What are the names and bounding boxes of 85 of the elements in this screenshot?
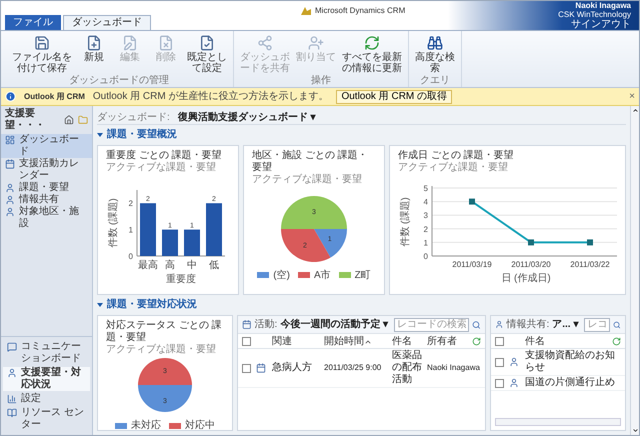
tick-label: 3 [424,211,428,220]
navigation-item[interactable]: 支援要望・対応状況 [3,367,90,391]
ribbon-button[interactable]: ファイル名を付けて保存 [9,35,75,74]
table-cell-text: 支援物資配給のお知らせ [525,350,616,374]
search-field[interactable]: レコードの検索 [394,318,470,332]
chart-title: 重要度 ごとの 課題・要望 [106,150,223,162]
notification-title: Outlook 用 CRM [24,90,85,102]
legend-label: (空) [273,268,290,282]
tick-label: 2011/03/22 [570,260,610,269]
category-label: 中 [187,260,197,271]
tick-label: 2011/03/20 [511,260,551,269]
table-cell-text: 国道の片側通行止め [525,377,616,389]
group-label: クエリ [419,75,451,87]
chart-title: 作成日 ごとの 課題・要望 [398,150,515,162]
ribbon-button[interactable]: 既定として設定 [185,35,229,74]
tick-label: 2 [128,199,133,208]
list-row[interactable]: 支援物資配給のお知らせ [491,349,625,376]
breadcrumb-label: ダッシュボード: [97,110,170,124]
tick-label: 4 [424,198,428,207]
view-selector[interactable]: ア... ▾ [552,317,578,332]
category-label: 低 [209,260,219,271]
tick-label: 0 [128,252,133,261]
column-header[interactable]: 開始時間 [324,334,388,349]
legend-label: Z町 [354,268,371,282]
navigation-item[interactable]: コミュニケーションボード [3,341,90,365]
list-label: 活動: [254,318,278,332]
table-cell-text: 急病人方 [272,362,313,374]
category-label: 高 [165,260,175,271]
axis-label: 件数 (課題) [400,197,411,247]
chart-title: 対応ステータス ごとの 課題・要望 [106,320,223,344]
dashboard-selector[interactable]: 復興活動支援ダッシュボード ▾ [178,110,316,124]
ribbon-tab[interactable]: ファイル [5,15,61,30]
table-cell-text: 2011/03/25 9:00 [324,362,382,374]
tick-label: 0 [424,252,428,261]
close-button[interactable]: × [629,89,635,104]
section-title: 課題・要望対応状況 [107,299,197,311]
list-label: 情報共有: [506,318,550,332]
table-cell: Naoki Inagawa [427,362,481,374]
column-header[interactable]: 件名 [392,334,423,349]
legend-label: 対応中 [185,418,215,433]
get-button[interactable]: Outlook 用 CRM の取得 [336,90,452,104]
ribbon-button[interactable]: 高度な検索 [413,35,457,74]
tick-label: 1 [128,226,133,235]
view-selector[interactable]: 今後一週間の活動予定 ▾ [280,317,388,332]
navigation-item[interactable]: リソース センター [3,407,90,431]
group-label: ダッシュボードの管理 [68,75,170,87]
window-title: Microsoft Dynamics CRM [315,5,406,17]
chart-subtitle: アクティブな課題・要望 [398,162,509,174]
chart-subtitle: アクティブな課題・要望 [252,174,363,186]
ribbon-button[interactable]: 新規 [77,35,111,63]
user-name: Naoki Inagawa [575,1,631,10]
legend-label: 未対応 [131,418,161,433]
chart-title: 地区・施設 ごとの 課題・要望 [252,150,369,174]
ribbon-button[interactable]: すべてを最新の情報に更新 [340,35,404,74]
sidebar-item[interactable]: 支援活動カレンダー [1,158,92,182]
chart-subtitle: アクティブな課題・要望 [106,344,217,356]
legend-label: A市 [314,268,331,282]
list-row[interactable]: 国道の片側通行止め [491,376,625,391]
chart-subtitle: アクティブな課題・要望 [106,162,217,174]
column-header[interactable]: 関連 [272,334,320,349]
axis-label: 重要度 [166,274,196,284]
sidebar-item[interactable]: 課題・要望 [1,182,92,194]
table-cell: 医薬品の配布活動 [392,350,423,386]
tick-label: 2 [424,224,428,234]
search-field[interactable]: レコ [584,318,610,332]
tick-label: 5 [424,184,428,193]
column-header[interactable]: 所有者 [427,334,481,349]
navigation-item[interactable]: 設定 [3,393,90,405]
sign-out-link[interactable]: サインアウト [571,19,631,30]
notification-message: Outlook 用 CRM が生産性に役立つ方法を示します。 [92,90,328,104]
sidebar-item[interactable]: ダッシュボード [1,134,92,158]
tick-label: 2011/03/19 [452,260,492,269]
sidebar-item[interactable]: 情報共有 [1,194,92,206]
group-label: 操作 [310,75,332,87]
column-header[interactable]: 件名 [525,334,621,349]
sidebar-title: 支援要望・・・ [5,108,46,132]
list-row[interactable]: 急病人方 2011/03/25 9:00 医薬品の配布活動 Naoki Inagawa [238,349,485,388]
section-title: 課題・要望概況 [107,129,177,141]
organization-name: CSK WinTechnology [558,10,631,19]
axis-label: 件数 (課題) [108,198,119,248]
sidebar-item[interactable]: 対象地区・施設 [1,206,92,230]
category-label: 最高 [138,260,158,271]
ribbon-tab[interactable]: ダッシュボード [63,15,151,30]
tick-label: 1 [424,238,428,248]
axis-label: 日 (作成日) [501,273,551,284]
